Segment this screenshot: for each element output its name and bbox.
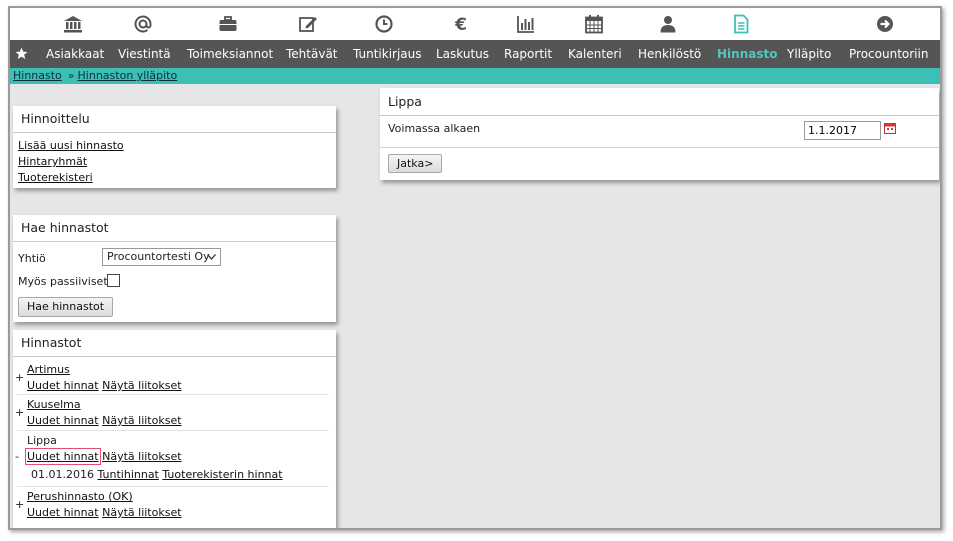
edit-icon[interactable] — [297, 13, 319, 35]
calendar-picker-icon[interactable] — [884, 122, 896, 134]
valid-from-input[interactable] — [804, 121, 881, 140]
panel-title: Hinnoittelu — [13, 106, 336, 133]
calendar-icon[interactable] — [583, 13, 605, 35]
company-select-value: Procountortesti Oy — [107, 250, 210, 263]
nav-item-kalenteri[interactable]: Kalenteri — [568, 40, 622, 68]
divider — [380, 147, 939, 148]
new-prices-link[interactable]: Uudet hinnat — [25, 448, 101, 465]
nav-item-tuntikirjaus[interactable]: Tuntikirjaus — [353, 40, 422, 68]
pricelist-name[interactable]: Kuuselma — [27, 398, 81, 411]
nav-item-henkilosto[interactable]: Henkilöstö — [638, 40, 701, 68]
product-registry-link[interactable]: Tuoterekisteri — [18, 171, 93, 184]
favorites-star-icon[interactable] — [15, 47, 28, 60]
search-pricelists-panel: Hae hinnastot Yhtiö Procountortesti Oy M… — [13, 215, 336, 322]
pricelist-name[interactable]: Perushinnasto (OK) — [27, 490, 133, 503]
divider — [17, 486, 329, 487]
lippa-panel: Lippa Voimassa alkaen Jatka> — [380, 88, 939, 180]
collapse-toggle[interactable]: - — [15, 450, 19, 463]
show-links-link[interactable]: Näytä liitokset — [102, 506, 181, 519]
divider — [17, 394, 329, 395]
bar-chart-icon[interactable] — [515, 13, 537, 35]
hinnoittelu-panel: Hinnoittelu Lisää uusi hinnasto Hintaryh… — [13, 106, 336, 188]
new-prices-link[interactable]: Uudet hinnat — [27, 506, 99, 519]
expand-toggle[interactable]: + — [15, 406, 24, 419]
add-pricelist-link[interactable]: Lisää uusi hinnasto — [18, 139, 124, 152]
divider — [17, 430, 329, 431]
show-links-link[interactable]: Näytä liitokset — [102, 379, 181, 392]
institution-icon[interactable] — [62, 13, 84, 35]
search-pricelists-button[interactable]: Hae hinnastot — [18, 297, 114, 317]
nav-item-raportit[interactable]: Raportit — [504, 40, 552, 68]
nav-item-yllapito[interactable]: Ylläpito — [787, 40, 831, 68]
nav-item-viestinta[interactable]: Viestintä — [118, 40, 171, 68]
breadcrumb-hinnasto[interactable]: Hinnasto — [13, 69, 62, 82]
pricelist-date: 01.01.2016 — [31, 468, 94, 481]
show-links-link[interactable]: Näytä liitokset — [102, 450, 181, 463]
pricelist-name: Lippa — [27, 434, 57, 447]
passive-checkbox[interactable] — [107, 274, 120, 287]
breadcrumb-hinnaston-yllapito[interactable]: Hinnaston ylläpito — [78, 69, 178, 82]
company-label: Yhtiö — [18, 252, 46, 265]
passive-label: Myös passiiviset — [18, 275, 108, 288]
panel-title: Hinnastot — [13, 330, 336, 357]
icon-toolbar: € — [10, 8, 940, 40]
document-icon[interactable] — [730, 13, 752, 35]
nav-item-toimeksiannot[interactable]: Toimeksiannot — [187, 40, 273, 68]
nav-item-tehtavat[interactable]: Tehtävät — [286, 40, 338, 68]
svg-text:€: € — [454, 15, 467, 34]
euro-icon[interactable]: € — [450, 13, 472, 35]
briefcase-icon[interactable] — [217, 13, 239, 35]
app-window: € Asiakkaat Viestintä Toimeksiannot Teht… — [8, 6, 942, 530]
panel-title: Lippa — [380, 88, 939, 116]
user-icon[interactable] — [657, 13, 679, 35]
arrow-circle-right-icon[interactable] — [874, 13, 896, 35]
nav-item-procountoriin[interactable]: Procountoriin — [849, 40, 928, 68]
continue-button[interactable]: Jatka> — [388, 154, 443, 173]
new-prices-link[interactable]: Uudet hinnat — [27, 379, 99, 392]
nav-item-laskutus[interactable]: Laskutus — [436, 40, 489, 68]
registry-prices-link[interactable]: Tuoterekisterin hinnat — [162, 468, 282, 481]
hourly-prices-link[interactable]: Tuntihinnat — [97, 468, 158, 481]
expand-toggle[interactable]: + — [15, 498, 24, 511]
nav-item-asiakkaat[interactable]: Asiakkaat — [46, 40, 104, 68]
pricelist-name[interactable]: Artimus — [27, 363, 70, 376]
chevron-down-icon — [207, 254, 216, 260]
valid-from-label: Voimassa alkaen — [388, 122, 481, 135]
company-select[interactable]: Procountortesti Oy — [102, 248, 221, 266]
pricelists-panel: Hinnastot + Artimus Uudet hinnat Näytä l… — [13, 330, 336, 528]
main-nav: Asiakkaat Viestintä Toimeksiannot Tehtäv… — [10, 40, 940, 68]
clock-icon[interactable] — [373, 13, 395, 35]
breadcrumb: Hinnasto » Hinnaston ylläpito — [10, 68, 940, 84]
new-prices-link[interactable]: Uudet hinnat — [27, 414, 99, 427]
nav-item-hinnasto[interactable]: Hinnasto — [717, 40, 777, 68]
panel-title: Hae hinnastot — [13, 215, 336, 242]
breadcrumb-separator: » — [67, 69, 75, 82]
price-groups-link[interactable]: Hintaryhmät — [18, 155, 87, 168]
show-links-link[interactable]: Näytä liitokset — [102, 414, 181, 427]
expand-toggle[interactable]: + — [15, 371, 24, 384]
at-sign-icon[interactable] — [132, 13, 154, 35]
